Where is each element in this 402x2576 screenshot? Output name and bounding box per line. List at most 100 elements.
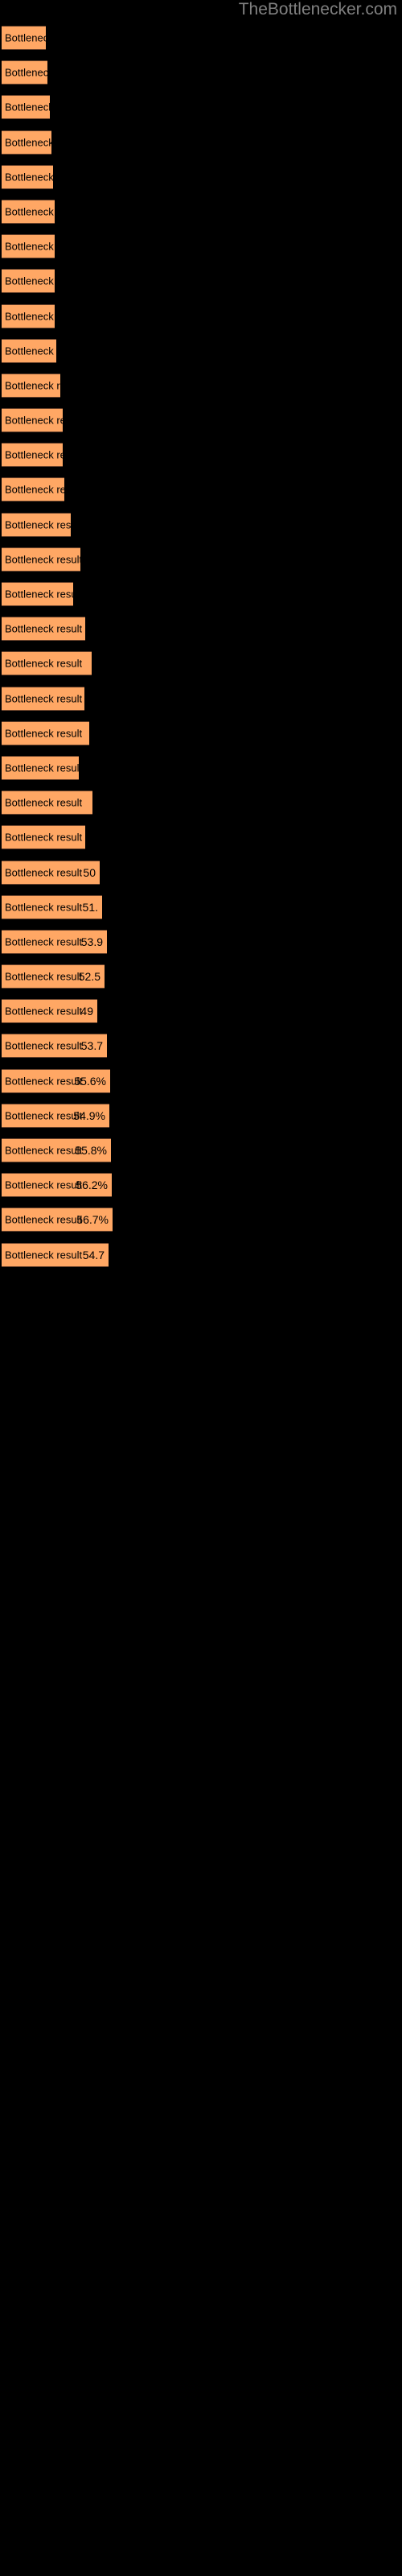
chart-row: Bottleneck result	[0, 195, 402, 229]
chart-row: Bottleneck result	[0, 820, 402, 855]
chart-row: Bottleneck result 52.5	[0, 960, 402, 994]
bar-label: Bottleneck result	[5, 588, 83, 601]
bar-label: Bottleneck result	[5, 866, 83, 878]
chart-row: Bottleneck result 56.7%	[0, 1203, 402, 1237]
bar-value: 54.9%	[73, 1108, 105, 1122]
bar[interactable]: Bottleneck result 56.2%	[2, 1173, 112, 1198]
chart-row: Bottleneck result 49	[0, 994, 402, 1029]
bar-label: Bottleneck result	[5, 727, 83, 740]
bar[interactable]: Bottleneck result	[2, 408, 82, 433]
bar-label: Bottleneck result	[5, 970, 83, 983]
chart-row: Bottleneck result	[0, 264, 402, 299]
bar-chart: Bottleneck result Bottleneck result Bottle…	[0, 21, 402, 1273]
chart-row: Bottleneck result 54.9%	[0, 1099, 402, 1133]
chart-row: Bottleneck result	[0, 508, 402, 543]
bar-label: Bottleneck result	[5, 553, 83, 566]
chart-row: Bottleneck result	[0, 56, 402, 90]
chart-row: Bottleneck result 51.	[0, 890, 402, 925]
site-watermark-title: TheBottlenecker.com	[238, 0, 397, 19]
bar[interactable]: Bottleneck result	[2, 512, 82, 537]
chart-row: Bottleneck result 55.6%	[0, 1064, 402, 1099]
bar-label: Bottleneck result	[5, 414, 83, 427]
bar[interactable]: Bottleneck result	[2, 130, 82, 155]
bar-value: 51.	[82, 900, 98, 914]
chart-row: Bottleneck result	[0, 438, 402, 473]
bar[interactable]: Bottleneck result 55.6%	[2, 1068, 110, 1093]
bar[interactable]: Bottleneck result	[2, 199, 82, 224]
bar[interactable]: Bottleneck result	[2, 651, 92, 676]
bar[interactable]: Bottleneck result	[2, 720, 89, 745]
bar[interactable]: Bottleneck result	[2, 338, 82, 363]
bar[interactable]: Bottleneck result 53.9	[2, 929, 107, 954]
bar[interactable]: Bottleneck result 55.8%	[2, 1138, 111, 1162]
bar[interactable]: Bottleneck result	[2, 95, 82, 120]
bar[interactable]: Bottleneck result 54.7	[2, 1242, 109, 1267]
bar-label: Bottleneck result	[5, 901, 83, 914]
bar-value: 52.5	[78, 970, 100, 984]
bar-label: Bottleneck result	[5, 101, 83, 114]
bar[interactable]: Bottleneck result	[2, 373, 82, 398]
bar[interactable]: Bottleneck result	[2, 269, 82, 294]
bar[interactable]: Bottleneck result	[2, 443, 82, 468]
bar[interactable]: Bottleneck result	[2, 582, 82, 606]
bar[interactable]: Bottleneck result	[2, 791, 92, 815]
chart-row: Bottleneck result 53.9	[0, 925, 402, 960]
bar-label: Bottleneck result	[5, 518, 83, 531]
bar[interactable]: Bottleneck result	[2, 164, 82, 189]
chart-row: Bottleneck result 53.7	[0, 1029, 402, 1063]
chart-row: Bottleneck result	[0, 403, 402, 438]
bar-label: Bottleneck result	[5, 448, 83, 461]
chart-row: Bottleneck result	[0, 786, 402, 820]
chart-row: Bottleneck result	[0, 543, 402, 577]
bar-label: Bottleneck result	[5, 935, 83, 948]
chart-row: Bottleneck result	[0, 646, 402, 681]
bar[interactable]: Bottleneck result	[2, 617, 85, 642]
chart-row: Bottleneck result 56.2%	[0, 1168, 402, 1203]
bar-value: 53.7	[80, 1039, 103, 1053]
bar-label: Bottleneck result	[5, 310, 83, 322]
chart-row: Bottleneck result	[0, 299, 402, 334]
bar-label: Bottleneck result	[5, 831, 83, 844]
bar[interactable]: Bottleneck result	[2, 26, 82, 50]
bar[interactable]: Bottleneck result	[2, 60, 82, 85]
chart-row: Bottleneck result 50	[0, 856, 402, 890]
bar[interactable]: Bottleneck result 56.7%	[2, 1208, 113, 1232]
bar-label: Bottleneck result	[5, 1213, 83, 1226]
bar[interactable]: Bottleneck result	[2, 755, 83, 780]
bar-label: Bottleneck result	[5, 240, 83, 253]
chart-row: Bottleneck result	[0, 577, 402, 612]
bar-label: Bottleneck result	[5, 1109, 83, 1122]
chart-row: Bottleneck result	[0, 473, 402, 507]
chart-row: Bottleneck result 55.8%	[0, 1133, 402, 1168]
bar-label: Bottleneck result	[5, 31, 83, 44]
bar-label: Bottleneck result	[5, 1005, 83, 1018]
bar[interactable]: Bottleneck result	[2, 234, 82, 259]
chart-row: Bottleneck result	[0, 126, 402, 160]
bar[interactable]: Bottleneck result	[2, 686, 84, 711]
bar[interactable]: Bottleneck result	[2, 303, 82, 328]
bar[interactable]: Bottleneck result 49	[2, 999, 97, 1024]
bar[interactable]: Bottleneck result 51.	[2, 894, 102, 919]
bar-value: 56.7%	[76, 1213, 109, 1227]
bar-label: Bottleneck result	[5, 205, 83, 218]
chart-row: Bottleneck result	[0, 682, 402, 716]
bar-label: Bottleneck result	[5, 1144, 83, 1157]
bar-value: 49	[80, 1005, 93, 1018]
bar-value: 53.9	[80, 935, 103, 948]
bar[interactable]: Bottleneck result	[2, 477, 82, 502]
bar-label: Bottleneck result	[5, 622, 83, 635]
bar[interactable]: Bottleneck result 50	[2, 860, 100, 885]
bar[interactable]: Bottleneck result 54.9%	[2, 1103, 109, 1128]
bar-value: 56.2%	[76, 1179, 108, 1192]
bar[interactable]: Bottleneck result	[2, 825, 85, 850]
chart-row: Bottleneck result	[0, 229, 402, 264]
bar-label: Bottleneck result	[5, 1039, 83, 1052]
bar[interactable]: Bottleneck result	[2, 547, 83, 572]
bar[interactable]: Bottleneck result 52.5	[2, 964, 105, 989]
chart-row: Bottleneck result	[0, 160, 402, 195]
bar[interactable]: Bottleneck result 53.7	[2, 1034, 107, 1059]
bar-label: Bottleneck result	[5, 379, 83, 392]
bar-label: Bottleneck result	[5, 762, 83, 774]
chart-row: Bottleneck result 54.7	[0, 1238, 402, 1273]
bar-label: Bottleneck result	[5, 275, 83, 287]
